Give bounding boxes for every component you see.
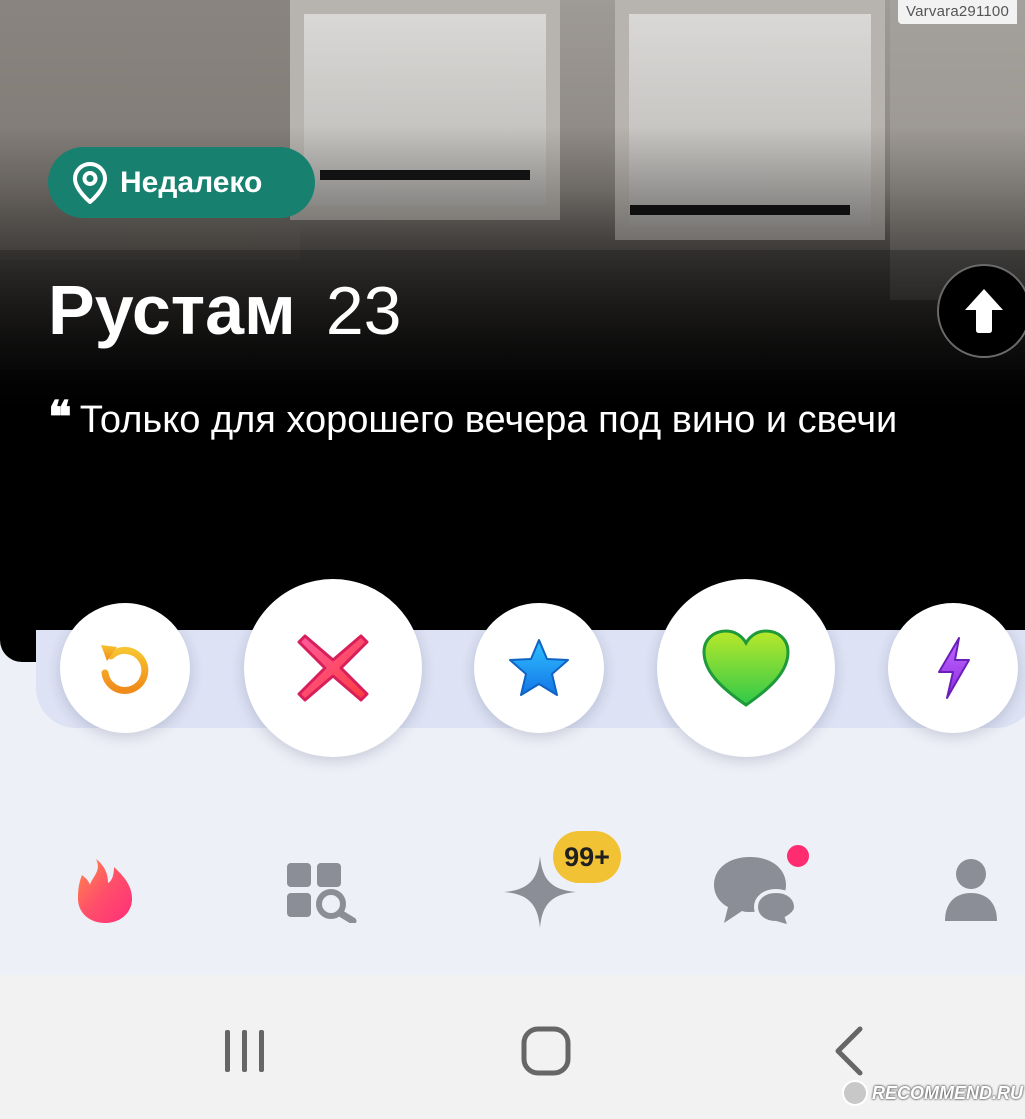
person-icon (945, 859, 997, 921)
profile-age: 23 (325, 273, 402, 349)
profile-bio: ❝ Только для хорошего вечера под вино и с… (48, 383, 988, 455)
site-watermark: RECOMMEND.RU (842, 1078, 1023, 1108)
recent-apps-button[interactable] (215, 1025, 275, 1077)
nav-explore[interactable] (282, 855, 362, 927)
nav-profile[interactable] (938, 855, 1004, 925)
super-like-button[interactable] (474, 603, 604, 733)
heart-icon (702, 629, 790, 707)
recent-apps-icon (225, 1030, 264, 1072)
rewind-button[interactable] (60, 603, 190, 733)
distance-label: Недалеко (120, 165, 263, 199)
quote-icon: ❝ (48, 392, 72, 443)
bio-text: Только для хорошего вечера под вино и св… (79, 399, 898, 441)
lightning-icon (938, 637, 970, 699)
profile-card[interactable]: Varvara291100 Недалеко Рустам 23 ❝ Только… (0, 0, 1025, 662)
open-profile-button[interactable] (937, 264, 1025, 358)
likes-count-badge: 99+ (553, 831, 621, 883)
rewind-icon (101, 645, 149, 694)
profile-name: Рустам (48, 271, 296, 349)
system-home-button[interactable] (518, 1023, 574, 1079)
nav-home[interactable] (70, 855, 140, 927)
location-pin-icon (72, 161, 108, 204)
name-age-row: Рустам 23 (48, 270, 401, 350)
close-icon (297, 634, 369, 702)
star-icon (509, 639, 569, 696)
back-chevron-icon (835, 1026, 863, 1076)
messages-notification-dot (785, 843, 811, 869)
site-watermark-text: RECOMMEND.RU (872, 1082, 1023, 1103)
site-logo-icon (842, 1080, 868, 1106)
arrow-up-icon (965, 289, 1003, 333)
nope-button[interactable] (244, 579, 422, 757)
like-button[interactable] (657, 579, 835, 757)
boost-button[interactable] (888, 603, 1018, 733)
distance-badge: Недалеко (48, 147, 315, 218)
explore-icon (287, 863, 357, 923)
system-back-button[interactable] (826, 1023, 870, 1079)
home-square-icon (521, 1026, 571, 1076)
flame-icon (78, 859, 132, 923)
username-watermark: Varvara291100 (898, 0, 1017, 24)
